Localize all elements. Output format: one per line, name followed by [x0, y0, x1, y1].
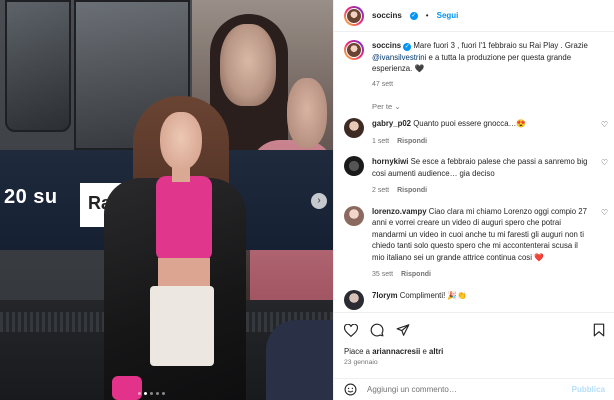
train-window [5, 0, 71, 132]
comment-input[interactable]: Aggiungi un commento… [367, 385, 562, 394]
comment-item: 7lorym Complimenti! 🎉👏 [344, 289, 608, 310]
comment-sort-dropdown[interactable]: Per te ⌄ [372, 102, 401, 111]
action-icon-row [344, 321, 605, 339]
share-paper-plane-icon[interactable] [396, 323, 410, 337]
bookmark-icon[interactable] [593, 323, 605, 337]
follow-button[interactable]: Segui [437, 11, 459, 20]
person-midriff [158, 258, 210, 288]
train-stripe-text: 20 su [4, 186, 58, 208]
carousel-dot [150, 392, 153, 395]
caption-time[interactable]: 47 sett [372, 81, 608, 88]
commenter-avatar[interactable] [344, 156, 364, 176]
comment-text: Quanto puoi essere gnocca…😍 [413, 119, 527, 128]
comment-time[interactable]: 2 sett [372, 187, 389, 194]
comment-item: hornykiwi Se esce a febbraio palese che … [344, 156, 608, 197]
comment-list: gabry_p02 Quanto puoi essere gnocca…😍 1 … [344, 118, 608, 319]
likes-user-link[interactable]: ariannacresii [372, 347, 420, 356]
commenter-username[interactable]: lorenzo.vampy [372, 207, 427, 216]
carousel-dot [138, 392, 141, 395]
person-shorts [150, 286, 214, 366]
comment-bubble-icon[interactable] [370, 323, 384, 337]
comment-time[interactable]: 35 sett [372, 271, 393, 278]
commenter-avatar[interactable] [344, 118, 364, 138]
poster-second-figure-face [287, 78, 327, 148]
likes-others-link[interactable]: altri [429, 347, 443, 356]
poster-figure-face [220, 24, 276, 106]
commenter-username[interactable]: hornykiwi [372, 157, 408, 166]
verified-badge-icon: ✓ [403, 43, 412, 51]
author-username[interactable]: soccins [372, 11, 402, 20]
commenter-username[interactable]: gabry_p02 [372, 119, 411, 128]
likes-prefix: Piace a [344, 347, 373, 356]
post-header: soccins ✓ • Segui [334, 0, 614, 32]
likes-mid: e [420, 347, 429, 356]
like-heart-icon[interactable] [344, 323, 358, 337]
carousel-dot-active [144, 392, 147, 395]
like-comment-heart-icon[interactable]: ♡ [598, 156, 608, 197]
commenter-avatar[interactable] [344, 289, 364, 310]
comment-item: lorenzo.vampy Ciao clara mi chiamo Loren… [344, 205, 608, 281]
like-comment-heart-icon[interactable]: ♡ [598, 206, 608, 281]
person-pink-top [156, 176, 212, 260]
post-caption: soccins ✓ Mare fuori 3 , fuori l'1 febbr… [344, 40, 608, 88]
comment-text: Complimenti! 🎉👏 [399, 290, 467, 300]
comment-item: gabry_p02 Quanto puoi essere gnocca…😍 1 … [344, 118, 608, 147]
verified-badge-icon: ✓ [409, 11, 418, 20]
carousel-dot [162, 392, 165, 395]
publish-button[interactable]: Pubblica [572, 385, 605, 394]
likes-summary: Piace a ariannacresii e altri [344, 347, 605, 356]
comment-time[interactable]: 1 sett [372, 138, 389, 145]
foreground-blue-bag [266, 320, 333, 400]
add-comment-bar: Aggiungi un commento… Pubblica [334, 378, 614, 400]
author-avatar[interactable] [344, 5, 364, 26]
carousel-dot [156, 392, 159, 395]
person-face [160, 112, 202, 170]
post-date[interactable]: 23 gennaio [344, 359, 605, 366]
person-pink-bag [112, 376, 142, 400]
like-comment-heart-icon[interactable]: ♡ [598, 118, 608, 147]
caption-body: Mare fuori 3 , fuori l'1 febbraio su Rai… [413, 41, 588, 50]
carousel-next-icon[interactable]: › [311, 193, 327, 209]
caption-avatar[interactable] [344, 40, 364, 60]
reply-button[interactable]: Rispondi [397, 187, 427, 194]
commenter-avatar[interactable] [344, 205, 364, 226]
reply-button[interactable]: Rispondi [397, 138, 427, 145]
header-separator: • [425, 11, 429, 20]
caption-username[interactable]: soccins [372, 41, 401, 50]
caption-text: soccins ✓ Mare fuori 3 , fuori l'1 febbr… [372, 40, 608, 75]
reply-button[interactable]: Rispondi [401, 271, 431, 278]
commenter-username[interactable]: 7lorym [372, 291, 398, 300]
carousel-indicator [138, 392, 165, 395]
emoji-icon[interactable] [344, 383, 357, 396]
post-side-panel: soccins ✓ • Segui soccins ✓ Mare fuori 3… [333, 0, 614, 400]
caption-mention[interactable]: @ivansilvestrini [372, 53, 426, 62]
post-photo[interactable]: 20 su Ra › [0, 0, 333, 400]
post-actions: Piace a ariannacresii e altri 23 gennaio [334, 312, 614, 366]
